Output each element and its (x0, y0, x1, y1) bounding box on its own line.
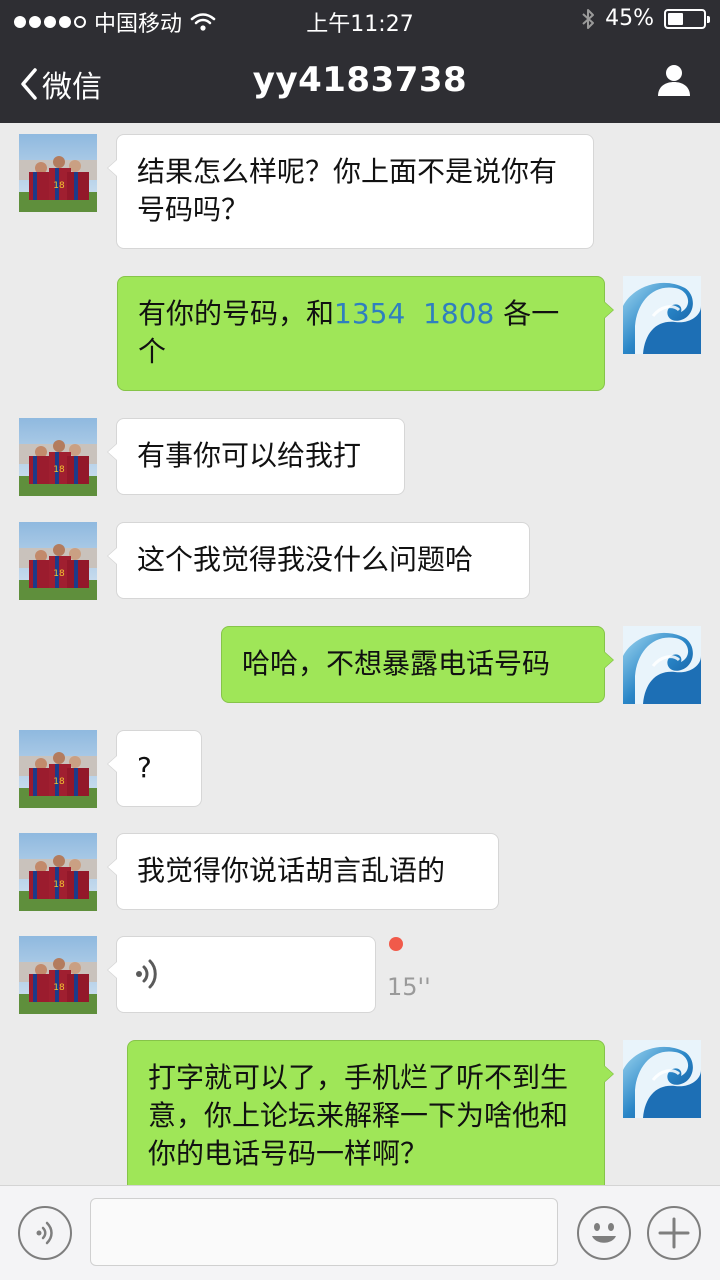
message-bubble[interactable]: 打字就可以了，手机烂了听不到生意，你上论坛来解释一下为啥他和你的电话号码一样啊？ (127, 1040, 614, 1185)
person-icon (658, 65, 690, 96)
message-bubble[interactable]: 有事你可以给我打 (107, 418, 405, 495)
nav-bar: 微信 yy4183738 (0, 40, 720, 123)
message-text: 有你的号码，和 (138, 297, 335, 330)
message-text: 有事你可以给我打 (137, 439, 362, 472)
message-bubble[interactable]: 有你的号码，和1354 1808 各一个 (117, 276, 614, 391)
message-text: 我觉得你说话胡言乱语的 (137, 854, 446, 887)
contact-avatar[interactable] (19, 833, 97, 911)
input-bar (0, 1185, 720, 1280)
battery-icon (664, 8, 710, 29)
my-avatar[interactable] (623, 626, 701, 704)
message-bubble[interactable]: 哈哈，不想暴露电话号码 (221, 626, 614, 703)
chat-info-button[interactable] (656, 62, 692, 102)
contact-avatar[interactable] (19, 418, 97, 496)
smiley-icon (592, 1223, 616, 1243)
contact-avatar[interactable] (19, 522, 97, 600)
chat-title: yy4183738 (252, 60, 468, 100)
message-bubble[interactable]: 我觉得你说话胡言乱语的 (107, 833, 499, 910)
message-text: 哈哈，不想暴露电话号码 (242, 647, 551, 680)
my-avatar[interactable] (623, 276, 701, 354)
emoji-button[interactable] (577, 1206, 631, 1260)
contact-avatar[interactable] (19, 134, 97, 212)
voice-playback-icon (136, 959, 157, 989)
message-text: 结果怎么样呢？你上面不是说你有号码吗？ (137, 155, 558, 226)
my-avatar[interactable] (623, 1040, 701, 1118)
voice-duration: 15'' (387, 973, 431, 1001)
voice-message-bubble[interactable] (107, 936, 376, 1013)
plus-icon (658, 1217, 690, 1249)
voice-mode-button[interactable] (18, 1206, 72, 1260)
status-bar: 中国移动 上午11:27 45% (0, 0, 720, 40)
contact-avatar[interactable] (19, 936, 97, 1014)
more-button[interactable] (647, 1206, 701, 1260)
contact-avatar[interactable] (19, 730, 97, 808)
message-bubble[interactable]: 这个我觉得我没什么问题哈 (107, 522, 530, 599)
unread-indicator (389, 937, 403, 951)
message-text: ? (137, 751, 152, 784)
phone-number-link[interactable]: 1354 1808 (334, 297, 494, 330)
voice-icon (36, 1221, 53, 1245)
message-list[interactable]: 结果怎么样呢？你上面不是说你有号码吗？ 有你的号码，和1354 1808 各一个… (0, 123, 720, 1185)
bluetooth-icon (582, 8, 595, 29)
message-text: 这个我觉得我没什么问题哈 (137, 543, 474, 576)
message-text: 打字就可以了，手机烂了听不到生意，你上论坛来解释一下为啥他和你的电话号码一样啊？ (148, 1061, 569, 1170)
battery-percent: 45% (605, 6, 654, 31)
message-input[interactable] (90, 1198, 558, 1266)
message-bubble[interactable]: 结果怎么样呢？你上面不是说你有号码吗？ (107, 134, 594, 249)
message-bubble[interactable]: ? (107, 730, 202, 807)
